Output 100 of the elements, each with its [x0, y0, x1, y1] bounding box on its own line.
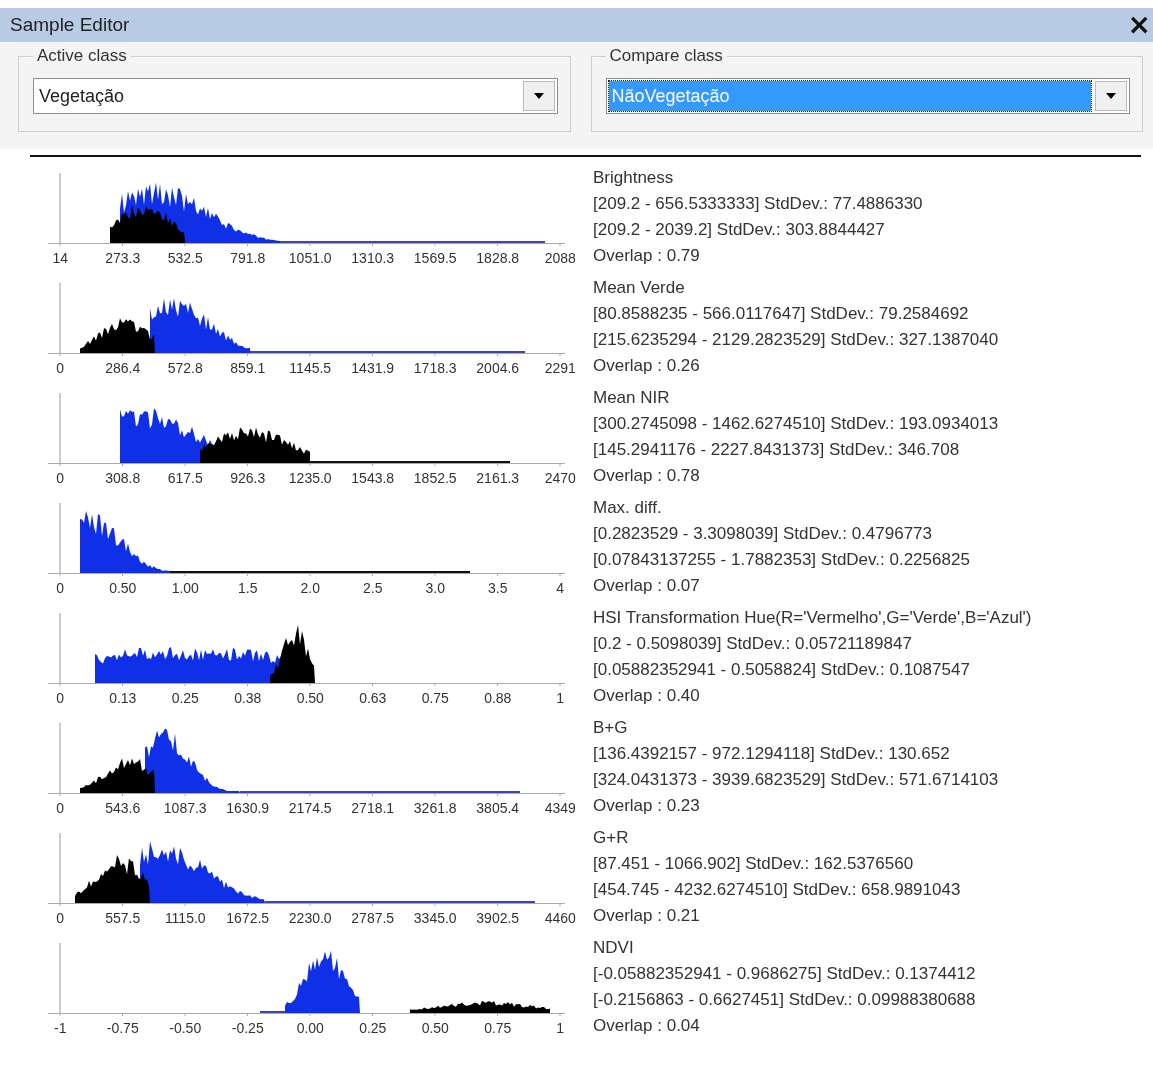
caret-icon — [533, 93, 544, 99]
axis-tick-label: 0.50 — [421, 1019, 449, 1036]
axis-tick-label: 0.88 — [484, 689, 512, 706]
range-text: [0.2 - 0.5098039] StdDev.: 0.05721189847 — [593, 633, 913, 655]
axis-tick-label: 0 — [56, 909, 65, 926]
axis-tick-label: 617.5 — [167, 469, 203, 486]
range-text: [80.8588235 - 566.0117647] StdDev.: 79.2584692 — [593, 303, 970, 325]
axis-tick-label: 286.4 — [105, 359, 141, 376]
axis-tick-label: -0.50 — [169, 1019, 202, 1036]
axis-tick-label: 2787.5 — [351, 909, 395, 926]
range-text: [324.0431373 - 3939.6823529] StdDev.: 571.6714103 — [593, 769, 999, 791]
axis-tick-label: 2470 — [544, 469, 576, 486]
dropdown-button[interactable] — [522, 81, 555, 111]
range-text: [209.2 - 656.5333333] StdDev.: 77.4886330 — [593, 193, 923, 215]
axis-tick-label: 1718.3 — [413, 359, 457, 376]
axis-tick-label: 308.8 — [105, 469, 141, 486]
active-class-histogram — [270, 624, 315, 683]
axis-tick-label: 0.38 — [234, 689, 262, 706]
feature-name: Brightness — [593, 167, 675, 189]
axis-tick-label: 0 — [56, 579, 65, 596]
axis-tick-label: 1 — [556, 689, 565, 706]
axis-tick-label: 0 — [56, 689, 65, 706]
axis-tick-label: 1115.0 — [164, 909, 206, 926]
range-text: [0.05882352941 - 0.5058824] StdDev.: 0.1087547 — [593, 659, 971, 681]
axis-tick-label: 2718.1 — [351, 799, 395, 816]
feature-name: Mean NIR — [593, 387, 671, 409]
axis-tick-label: 273.3 — [105, 249, 141, 266]
overlap-text: Overlap : 0.23 — [593, 795, 701, 817]
feature-name: Max. diff. — [593, 497, 663, 519]
class-dropdown[interactable]: Vegetação — [33, 78, 558, 114]
axis-tick-label: -0.25 — [231, 1019, 264, 1036]
axis-tick-label: 3902.5 — [476, 909, 520, 926]
overlap-text: Overlap : 0.78 — [593, 465, 701, 487]
range-text: [209.2 - 2039.2] StdDev.: 303.8844427 — [593, 219, 886, 241]
dropdown-value: Vegetação — [38, 84, 126, 108]
axis-tick-label: 1051.0 — [288, 249, 332, 266]
axis-tick-label: 1 — [556, 1019, 565, 1036]
axis-tick-label: 2291 — [544, 359, 576, 376]
axis-tick-label: 1852.5 — [413, 469, 457, 486]
feature-name: G+R — [593, 827, 630, 849]
axis-tick-label: 0 — [56, 469, 65, 486]
range-text: [454.745 - 4232.6274510] StdDev.: 658.9891043 — [593, 879, 961, 901]
feature-name: Mean Verde — [593, 277, 686, 299]
overlap-text: Overlap : 0.79 — [593, 245, 701, 267]
group-label: Compare class — [608, 46, 724, 66]
axis-tick-label: 926.3 — [230, 469, 266, 486]
axis-tick-label: 14 — [52, 249, 69, 266]
axis-tick-label: 1672.5 — [226, 909, 270, 926]
window-title: Sample Editor — [10, 14, 130, 36]
axis-tick-label: 1.5 — [238, 579, 258, 596]
range-text: [300.2745098 - 1462.6274510] StdDev.: 193.0934013 — [593, 413, 999, 435]
close-button[interactable]: × — [1125, 11, 1153, 39]
range-text: [-0.2156863 - 0.6627451] StdDev.: 0.09988380688 — [593, 989, 976, 1011]
axis-tick-label: 1630.9 — [226, 799, 270, 816]
overlap-text: Overlap : 0.40 — [593, 685, 701, 707]
overlap-text: Overlap : 0.21 — [593, 905, 701, 927]
axis-tick-label: 1569.5 — [413, 249, 457, 266]
axis-tick-label: 2230.0 — [288, 909, 332, 926]
axis-tick-label: 2.0 — [300, 579, 320, 596]
axis-tick-label: 3805.4 — [476, 799, 520, 816]
axis-tick-label: 0.00 — [296, 1019, 324, 1036]
feature-name: B+G — [593, 717, 629, 739]
axis-tick-label: 2088 — [544, 249, 576, 266]
range-text: [145.2941176 - 2227.8431373] StdDev.: 346.708 — [593, 439, 961, 461]
dropdown-button[interactable] — [1095, 81, 1127, 111]
axis-tick-label: 3.5 — [488, 579, 508, 596]
group-label: Active class — [36, 46, 128, 66]
overlap-text: Overlap : 0.26 — [593, 355, 701, 377]
axis-tick-label: 3261.8 — [413, 799, 457, 816]
range-text: [0.2823529 - 3.3098039] StdDev.: 0.4796773 — [593, 523, 933, 545]
axis-tick-label: 557.5 — [105, 909, 141, 926]
axis-tick-label: 572.8 — [167, 359, 203, 376]
axis-tick-label: 1145.5 — [289, 359, 332, 376]
axis-tick-label: 0.75 — [421, 689, 449, 706]
axis-tick-label: 0.25 — [359, 1019, 387, 1036]
axis-tick-label: 1543.8 — [351, 469, 395, 486]
range-text: [-0.05882352941 - 0.9686275] StdDev.: 0.1374412 — [593, 963, 976, 985]
axis-tick-label: 3345.0 — [413, 909, 457, 926]
dropdown-value: NãoVegetação — [608, 81, 1091, 111]
axis-tick-label: 0 — [56, 359, 65, 376]
axis-tick-label: -1 — [54, 1019, 67, 1036]
axis-tick-label: 1310.3 — [351, 249, 395, 266]
axis-tick-label: 791.8 — [230, 249, 266, 266]
axis-tick-label: 0.63 — [359, 689, 387, 706]
axis-tick-label: 2161.3 — [476, 469, 520, 486]
axis-tick-label: 0.25 — [171, 689, 199, 706]
axis-tick-label: -0.75 — [106, 1019, 139, 1036]
axis-tick-label: 532.5 — [167, 249, 203, 266]
range-text: [0.07843137255 - 1.7882353] StdDev.: 0.2256825 — [593, 549, 970, 571]
range-text: [215.6235294 - 2129.2823529] StdDev.: 327.1387040 — [593, 329, 999, 351]
overlap-text: Overlap : 0.04 — [593, 1015, 701, 1037]
axis-tick-label: 2174.5 — [288, 799, 332, 816]
axis-tick-label: 4 — [556, 579, 565, 596]
axis-tick-label: 0.50 — [109, 579, 137, 596]
caret-icon — [1106, 93, 1116, 99]
axis-tick-label: 1828.8 — [476, 249, 520, 266]
axis-tick-label: 3.0 — [425, 579, 445, 596]
axis-tick-label: 1235.0 — [288, 469, 332, 486]
axis-tick-label: 0.75 — [484, 1019, 512, 1036]
axis-tick-label: 2.5 — [363, 579, 383, 596]
